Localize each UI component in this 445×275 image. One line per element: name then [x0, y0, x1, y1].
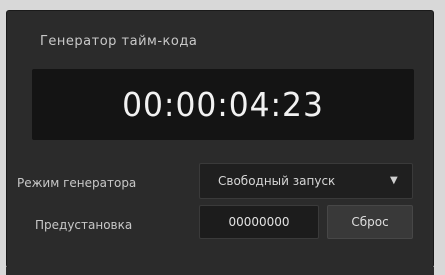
generator-mode-label: Режим генератора	[17, 176, 137, 190]
generator-mode-selected-value: Свободный запуск	[218, 174, 336, 188]
generator-mode-select[interactable]: Свободный запуск ▼	[199, 163, 413, 199]
preset-label: Предустановка	[35, 218, 133, 232]
timecode-display: 00:00:04:23	[32, 69, 414, 140]
panel-bottom-edge	[6, 267, 434, 275]
chevron-down-icon: ▼	[390, 175, 398, 186]
preset-input[interactable]: 00000000	[199, 205, 319, 239]
reset-button[interactable]: Сброс	[327, 205, 413, 239]
timecode-value: 00:00:04:23	[122, 85, 324, 124]
panel-title: Генератор тайм-кода	[40, 34, 198, 49]
